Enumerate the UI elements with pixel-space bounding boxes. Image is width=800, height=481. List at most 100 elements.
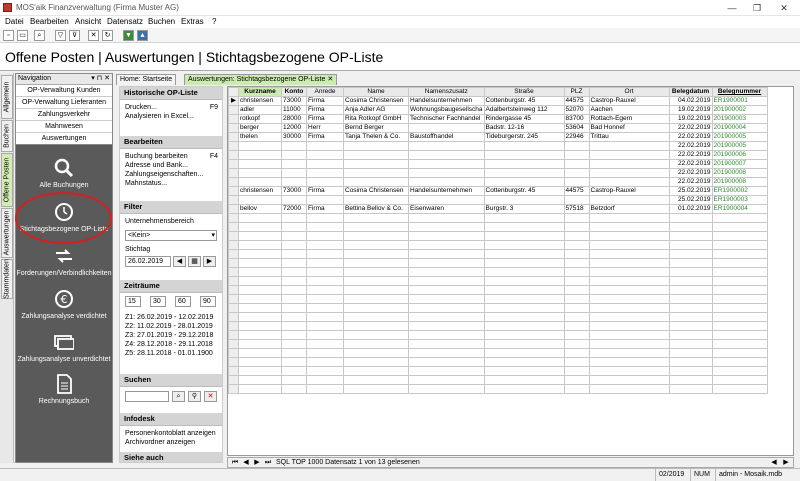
tab-op-liste[interactable]: Auswertungen: Stichtagsbezogene OP-Liste… [184,74,338,85]
cell-konto[interactable] [281,375,307,385]
cell-strasse[interactable] [483,348,565,358]
table-row[interactable] [228,375,768,385]
col-belegnummer[interactable]: Belegnummer [711,87,768,97]
zeitraum-2-input[interactable]: 30 [150,296,166,307]
cell-kurz[interactable] [238,330,282,340]
cell-plz[interactable] [563,384,590,394]
new-icon[interactable]: ▫ [3,30,14,41]
cell-datum[interactable] [668,258,713,268]
cell-kurz[interactable] [238,339,282,349]
cell-datum[interactable] [668,321,713,331]
cell-beleg[interactable]: 201900005 [711,141,768,151]
table-row[interactable]: 25.02.2019 ER1900003 [228,195,768,205]
cell-strasse[interactable] [483,213,565,223]
row-selector[interactable] [228,375,239,385]
cell-datum[interactable]: 25.02.2019 [668,186,713,196]
cell-zusatz[interactable]: Handelsunternehmen [408,96,485,106]
cell-konto[interactable] [281,177,307,187]
cell-ort[interactable] [588,294,670,304]
cell-strasse[interactable] [483,222,565,232]
cell-beleg[interactable] [711,213,768,223]
cell-konto[interactable] [281,294,307,304]
cell-beleg[interactable] [711,258,768,268]
cell-name[interactable] [343,240,409,250]
cell-ort[interactable] [588,150,670,160]
cell-datum[interactable] [668,384,713,394]
vtab-stammdaten[interactable]: Stammdaten [1,259,13,299]
cell-ort[interactable] [588,303,670,313]
cell-beleg[interactable]: 201900008 [711,177,768,187]
cell-zusatz[interactable]: Handelsunternehmen [408,186,485,196]
cell-plz[interactable] [563,213,590,223]
cell-strasse[interactable] [483,195,565,205]
col-plz[interactable]: PLZ [563,87,590,97]
cell-datum[interactable] [668,276,713,286]
cell-beleg[interactable] [711,330,768,340]
cell-name[interactable] [343,159,409,169]
cell-zusatz[interactable] [408,141,485,151]
row-selector[interactable] [228,312,239,322]
cell-beleg[interactable]: 201900008 [711,168,768,178]
cell-beleg[interactable]: 201900005 [711,132,768,142]
cell-konto[interactable]: 28000 [281,114,307,124]
cell-ort[interactable] [588,339,670,349]
cell-plz[interactable] [563,258,590,268]
cell-name[interactable] [343,213,409,223]
cell-anrede[interactable] [306,168,344,178]
action-drucken[interactable]: Drucken... F9 [120,103,222,112]
cell-name[interactable] [343,375,409,385]
cell-kurz[interactable] [238,258,282,268]
cell-beleg[interactable] [711,249,768,259]
cell-plz[interactable] [563,150,590,160]
row-selector[interactable] [228,366,239,376]
cell-strasse[interactable]: Tideburgerstr. 245 [483,132,565,142]
cell-plz[interactable] [563,231,590,241]
cell-datum[interactable]: 19.02.2019 [668,105,713,115]
upload-icon[interactable]: ▲ [137,30,148,41]
cell-plz[interactable] [563,348,590,358]
cell-ort[interactable] [588,357,670,367]
action-excel[interactable]: Analysieren in Excel... [120,112,222,121]
bereich-select[interactable]: <Kein> ▾ [125,230,217,241]
cell-name[interactable] [343,267,409,277]
cell-plz[interactable] [563,312,590,322]
table-row[interactable] [228,276,768,286]
cell-kurz[interactable] [238,294,282,304]
cell-anrede[interactable]: Herr [306,123,344,133]
cell-strasse[interactable] [483,357,565,367]
cell-ort[interactable] [588,276,670,286]
cell-kurz[interactable] [238,231,282,241]
cell-konto[interactable] [281,258,307,268]
nav-zahlungsanalyse-unverdichtet[interactable]: Zahlungsanalyse unverdichtet [16,330,112,372]
col-name[interactable]: Name [343,87,409,97]
prev-date-icon[interactable]: ◀ [173,256,186,267]
cell-plz[interactable] [563,141,590,151]
row-selector[interactable] [228,384,239,394]
filter-remove-icon[interactable]: ⊽ [69,30,80,41]
cell-datum[interactable] [668,303,713,313]
table-row[interactable]: 22.02.2019 201900005 [228,141,768,151]
cell-anrede[interactable]: Firma [306,96,344,106]
cell-ort[interactable] [588,240,670,250]
row-selector[interactable] [228,240,239,250]
cell-beleg[interactable]: 201900002 [711,105,768,115]
row-selector[interactable] [228,105,239,115]
cell-ort[interactable]: Betzdorf [588,204,670,214]
cell-ort[interactable] [588,384,670,394]
zeitraum-3-input[interactable]: 60 [175,296,191,307]
cell-datum[interactable] [668,348,713,358]
action-personenkontoblatt[interactable]: Personenkontoblatt anzeigen [120,429,222,438]
cell-konto[interactable] [281,222,307,232]
cell-konto[interactable]: 11000 [281,105,307,115]
cell-beleg[interactable] [711,294,768,304]
cell-plz[interactable] [563,330,590,340]
row-selector[interactable] [228,222,239,232]
cell-zusatz[interactable] [408,150,485,160]
cell-anrede[interactable] [306,231,344,241]
cell-beleg[interactable] [711,303,768,313]
cell-beleg[interactable] [711,276,768,286]
cell-anrede[interactable] [306,267,344,277]
cell-anrede[interactable] [306,258,344,268]
cell-ort[interactable] [588,213,670,223]
cell-anrede[interactable] [306,159,344,169]
